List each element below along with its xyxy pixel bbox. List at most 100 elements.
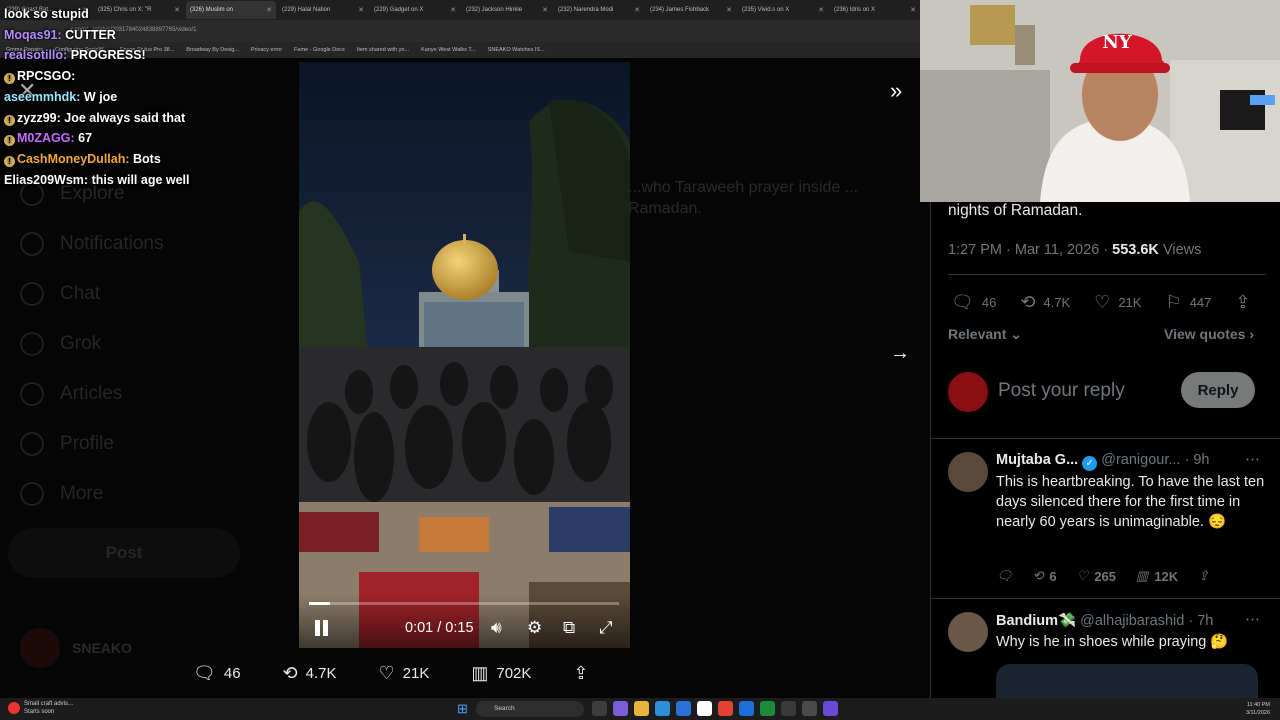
mail-icon[interactable]: [676, 701, 691, 716]
edge-icon[interactable]: [655, 701, 670, 716]
fullscreen-icon[interactable]: ⤢: [599, 618, 613, 638]
avatar[interactable]: [948, 452, 988, 492]
weather-widget[interactable]: Small craft advis... Starts soon: [8, 700, 73, 716]
task-view-icon[interactable]: [592, 701, 607, 716]
taskbar-search[interactable]: Search: [476, 701, 584, 717]
volume-icon[interactable]: 🔊︎: [491, 618, 502, 638]
panel-reply-button[interactable]: 🗨︎ 46: [951, 292, 996, 313]
chat-username[interactable]: realsotillo:: [4, 48, 67, 62]
next-arrow-icon[interactable]: →: [890, 342, 910, 365]
more-options-icon[interactable]: ⋯: [1245, 610, 1260, 628]
panel-bookmark-button[interactable]: ⚐ 447: [1165, 292, 1211, 313]
chat-message: Moqas91: CUTTER: [4, 25, 264, 46]
tab-label: (236) Idris on X: [834, 7, 876, 13]
reply-submit-button[interactable]: Reply: [1181, 372, 1255, 408]
repost-icon: ⟲: [282, 662, 298, 683]
close-tab-icon[interactable]: ✕: [726, 6, 732, 14]
chat-badge-icon: !: [4, 73, 15, 85]
chat-username[interactable]: aseemmhdk:: [4, 90, 80, 104]
chat-message: ! CashMoneyDullah: Bots: [4, 149, 264, 170]
reply-time[interactable]: · 9h: [1184, 452, 1209, 468]
bookmark-item[interactable]: Kanye West Walks T...: [421, 47, 476, 53]
reply-input[interactable]: Post your reply: [998, 380, 1125, 402]
reply-reply-button[interactable]: 🗨︎: [996, 568, 1013, 584]
chat-text: 67: [78, 131, 93, 146]
pause-icon[interactable]: [313, 620, 331, 638]
video-progress-bar[interactable]: [309, 602, 619, 605]
app-icon[interactable]: [781, 701, 796, 716]
panel-repost-button[interactable]: ⟲ 4.7K: [1020, 292, 1070, 313]
tweet-detail-panel: nights of Ramadan. 1:27 PM · Mar 11, 202…: [930, 202, 1280, 698]
avatar[interactable]: [948, 612, 988, 652]
close-tab-icon[interactable]: ✕: [818, 6, 824, 14]
browser-tab[interactable]: (232) Jackson Hinkle ✕: [462, 1, 552, 19]
sort-dropdown[interactable]: Relevant ⌄: [948, 326, 1022, 343]
reply-share-button[interactable]: ⇪: [1198, 568, 1209, 584]
reply-button[interactable]: 🗨︎ 46: [193, 663, 241, 684]
copilot-icon[interactable]: [613, 701, 628, 716]
chat-message: ! M0ZAGG: 67: [4, 128, 264, 149]
browser-tab[interactable]: (232) Narendra Modi ✕: [554, 1, 644, 19]
chat-username[interactable]: RPCSGO:: [17, 69, 75, 83]
chat-username[interactable]: zyzz99:: [17, 111, 61, 125]
share-button[interactable]: ⇪: [573, 663, 588, 684]
browser-tab[interactable]: (234) James Fishback ✕: [646, 1, 736, 19]
reply-time[interactable]: · 7h: [1188, 613, 1213, 629]
reply-author-name[interactable]: Mujtaba G...: [996, 452, 1078, 468]
chat-username[interactable]: CashMoneyDullah:: [17, 152, 130, 166]
reply-handle[interactable]: @alhajibarashid: [1080, 613, 1184, 629]
taskbar-apps: [592, 701, 838, 716]
chat-message: Elias209Wsm: this will age well: [4, 170, 264, 191]
store-icon[interactable]: [697, 701, 712, 716]
like-button[interactable]: ♡ 21K: [379, 663, 430, 684]
sidebar-item-label: Notifications: [60, 233, 164, 254]
account-name: SNEAKO: [72, 640, 132, 656]
views-button[interactable]: ▥ 702K: [471, 663, 531, 684]
windows-start-icon[interactable]: ⊞: [457, 702, 470, 715]
chat-username[interactable]: Moqas91:: [4, 28, 62, 42]
weather-subtitle: Starts soon: [24, 709, 55, 715]
chrome-icon[interactable]: [718, 701, 733, 716]
bookmark-item[interactable]: SNEAKO Watches IS...: [488, 47, 545, 53]
close-tab-icon[interactable]: ✕: [266, 6, 272, 14]
bookmark-item[interactable]: Item shared with yo...: [357, 47, 409, 53]
close-tab-icon[interactable]: ✕: [910, 6, 916, 14]
settings-gear-icon[interactable]: ⚙: [527, 618, 542, 638]
browser-tab[interactable]: (229) Gadget on X ✕: [370, 1, 460, 19]
reply-repost-button[interactable]: ⟲ 6: [1033, 568, 1057, 584]
reply-handle[interactable]: @ranigour...: [1101, 452, 1180, 468]
obs-icon[interactable]: [802, 701, 817, 716]
discord-icon[interactable]: [823, 701, 838, 716]
video-player[interactable]: 0:01 / 0:15 🔊︎ ⚙ ⧉ ⤢: [299, 62, 630, 648]
close-tab-icon[interactable]: ✕: [450, 6, 456, 14]
file-explorer-icon[interactable]: [634, 701, 649, 716]
close-tab-icon[interactable]: ✕: [358, 6, 364, 14]
browser-tab[interactable]: (236) Idris on X ✕: [830, 1, 920, 19]
tweet-timestamp: 1:27 PM · Mar 11, 2026 · 553.6K Views: [948, 242, 1201, 258]
bookmark-item[interactable]: Fame - Google Docs: [294, 47, 345, 53]
more-options-icon[interactable]: ⋯: [1245, 450, 1260, 468]
panel-like-button[interactable]: ♡ 21K: [1094, 292, 1141, 313]
timestamp-text[interactable]: 1:27 PM · Mar 11, 2026 ·: [948, 242, 1108, 258]
system-clock[interactable]: 11:40 PM 3/11/2026: [1246, 701, 1270, 717]
close-tab-icon[interactable]: ✕: [542, 6, 548, 14]
sidebar-item-label: More: [60, 483, 104, 504]
picture-in-picture-icon[interactable]: ⧉: [563, 618, 575, 638]
chat-username[interactable]: M0ZAGG:: [17, 131, 75, 145]
close-tab-icon[interactable]: ✕: [634, 6, 640, 14]
reply-views-button[interactable]: ▥ 12K: [1136, 568, 1178, 584]
reply-count: 46: [223, 664, 241, 682]
browser-tab[interactable]: (235) Vivid.s on X ✕: [738, 1, 828, 19]
panel-share-button[interactable]: ⇪: [1235, 292, 1250, 313]
vscode-icon[interactable]: [739, 701, 754, 716]
reply-media-thumbnail[interactable]: [996, 664, 1258, 698]
view-quotes-link[interactable]: View quotes ›: [1164, 326, 1254, 342]
excel-icon[interactable]: [760, 701, 775, 716]
reply-like-button[interactable]: ♡ 265: [1077, 568, 1116, 584]
browser-tab[interactable]: (229) Halal Nation ✕: [278, 1, 368, 19]
collapse-panel-icon[interactable]: »: [890, 78, 902, 104]
views-label: Views: [1162, 242, 1202, 258]
reply-author-name[interactable]: Bandium💸: [996, 613, 1076, 629]
repost-button[interactable]: ⟲ 4.7K: [283, 663, 337, 684]
chat-username[interactable]: Elias209Wsm:: [4, 173, 88, 187]
